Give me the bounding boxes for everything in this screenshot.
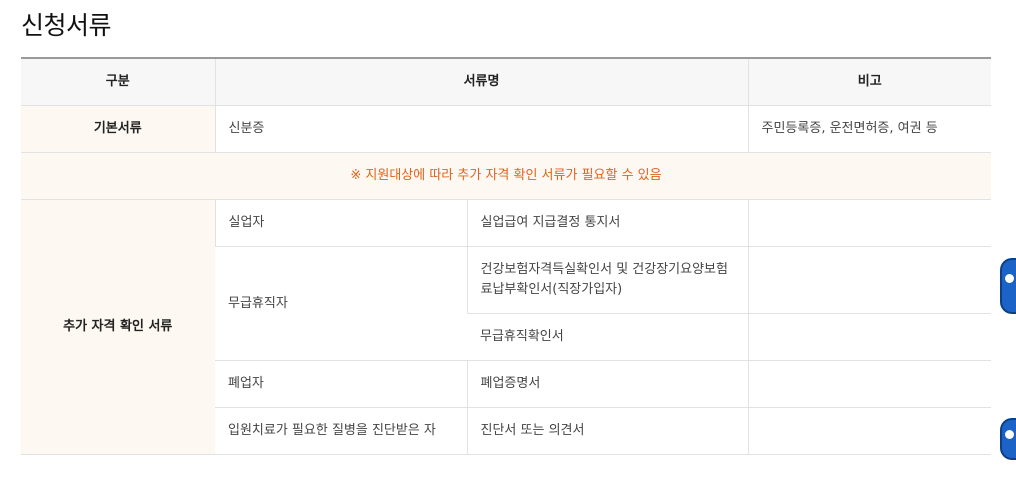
remark-cell <box>747 360 992 408</box>
additional-category: 추가 자격 확인 서류 <box>21 199 215 455</box>
target-cell: 폐업자 <box>215 360 467 408</box>
remark-cell <box>747 246 992 314</box>
remark-cell <box>747 407 992 455</box>
document-cell: 진단서 또는 의견서 <box>466 407 749 455</box>
target-cell: 입원치료가 필요한 질병을 진단받은 자 <box>215 407 467 455</box>
notice-row: ※ 지원대상에 따라 추가 자격 확인 서류가 필요할 수 있음 <box>21 152 992 200</box>
document-cell: 폐업증명서 <box>466 360 749 408</box>
target-cell: 실업자 <box>214 199 467 247</box>
document-cell: 무급휴직확인서 <box>467 313 749 361</box>
header-category: 구분 <box>21 58 215 106</box>
remark-cell <box>747 199 992 247</box>
required-documents-table: 구분 서류명 비고 기본서류 신분증 주민등록증, 운전면허증, 여권 등 ※ … <box>21 57 992 455</box>
mascot-eye-icon <box>1005 430 1014 439</box>
basic-remark: 주민등록증, 운전면허증, 여권 등 <box>747 105 992 153</box>
page-title: 신청서류 <box>21 11 112 40</box>
header-document-name: 서류명 <box>214 58 749 106</box>
basic-category: 기본서류 <box>21 105 215 153</box>
notice-text: ※ 지원대상에 따라 추가 자격 확인 서류가 필요할 수 있음 <box>21 152 992 200</box>
page: 신청서류 구분 서류명 비고 기본서류 신분증 주민등록증, 운전면허증, 여권… <box>0 0 1016 483</box>
document-cell: 건강보험자격득실확인서 및 건강장기요양보험료납부확인서(직장가입자) <box>466 246 749 314</box>
table-row: 기본서류 신분증 주민등록증, 운전면허증, 여권 등 <box>21 105 992 153</box>
target-cell: 무급휴직자 <box>215 246 467 361</box>
table-row: 추가 자격 확인 서류 실업자 실업급여 지급결정 통지서 <box>21 199 992 455</box>
remark-cell <box>747 313 992 361</box>
basic-document: 신분증 <box>214 105 749 153</box>
table-header-row: 구분 서류명 비고 <box>21 58 992 106</box>
document-cell: 실업급여 지급결정 통지서 <box>466 199 749 247</box>
mascot-eye-icon <box>1005 274 1014 283</box>
mascot-character-icon[interactable] <box>1000 258 1016 314</box>
header-remarks: 비고 <box>747 58 992 106</box>
mascot-character-icon[interactable] <box>1000 418 1016 460</box>
